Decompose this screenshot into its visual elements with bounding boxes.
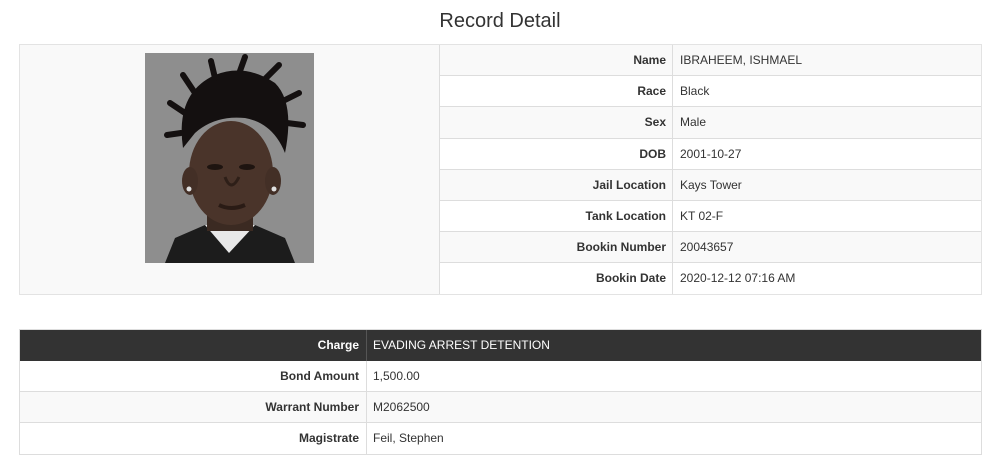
magistrate-row: Magistrate Feil, Stephen [20,423,981,454]
charge-label: Charge [20,330,367,361]
record-detail-table: Name IBRAHEEM, ISHMAEL Race Black Sex Ma… [19,44,982,295]
charge-label: Bond Amount [20,361,367,391]
field-row-dob: DOB 2001-10-27 [440,138,981,170]
field-value: KT 02-F [680,208,724,223]
field-label: Sex [440,107,673,138]
field-row-sex: Sex Male [440,107,981,139]
charge-label: Warrant Number [20,392,367,422]
field-label: Tank Location [440,200,673,232]
charge-label: Magistrate [20,423,367,454]
field-row-tank-location: Tank Location KT 02-F [440,200,981,233]
field-label: Jail Location [440,169,673,200]
charge-value: M2062500 [373,400,430,414]
charge-table: Charge EVADING ARREST DETENTION Bond Amo… [19,329,982,455]
field-label: Name [440,45,673,76]
photo-cell [20,45,440,294]
bond-amount-row: Bond Amount 1,500.00 [20,361,981,392]
field-row-name: Name IBRAHEEM, ISHMAEL [440,45,981,77]
field-value: Black [680,84,710,99]
field-row-jail-location: Jail Location Kays Tower [440,169,981,201]
field-value: 2020-12-12 07:16 AM [680,271,796,286]
field-row-race: Race Black [440,76,981,108]
mugshot-photo [145,53,314,263]
field-value: IBRAHEEM, ISHMAEL [680,53,803,67]
field-row-bookin-date: Bookin Date 2020-12-12 07:16 AM [440,263,981,295]
field-label: Bookin Date [440,263,673,295]
field-label: Bookin Number [440,232,673,263]
page-title: Record Detail [439,10,561,32]
charge-header-row: Charge EVADING ARREST DETENTION [20,330,981,361]
field-value: Kays Tower [680,177,742,192]
field-value: Male [680,115,707,130]
field-value: 20043657 [680,240,734,255]
field-label: DOB [440,138,673,169]
charge-value: EVADING ARREST DETENTION [373,338,550,352]
field-value: 2001-10-27 [680,146,742,161]
record-fields: Name IBRAHEEM, ISHMAEL Race Black Sex Ma… [440,45,981,295]
warrant-number-row: Warrant Number M2062500 [20,392,981,423]
field-row-bookin-number: Bookin Number 20043657 [440,232,981,264]
mugshot-image [145,53,314,263]
charge-value: 1,500.00 [373,369,420,383]
field-label: Race [440,76,673,107]
charge-value: Feil, Stephen [373,431,444,445]
